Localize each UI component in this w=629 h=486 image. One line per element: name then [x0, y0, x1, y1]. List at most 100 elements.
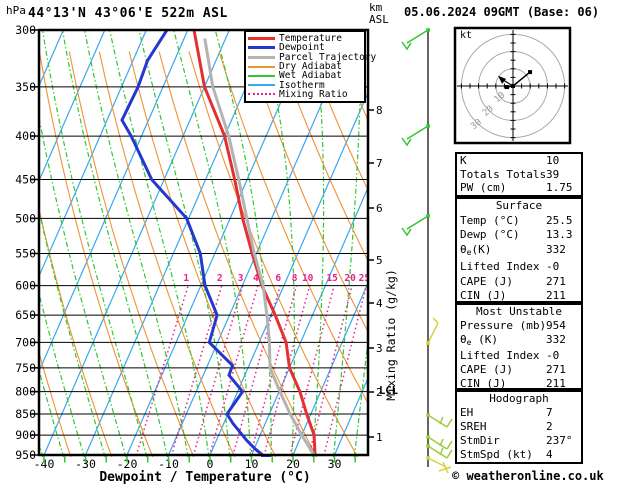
- row-value: 13.3: [546, 228, 573, 243]
- row-value: -0: [546, 349, 559, 363]
- mixing-ratio-axis-label: Mixing Ratio (g/kg): [384, 269, 398, 401]
- panel-title: Hodograph: [460, 392, 578, 406]
- legend-swatch-mixing_ratio: [248, 93, 275, 95]
- altitude-axis-unit-label: km ASL: [369, 2, 389, 26]
- svg-text:800: 800: [15, 385, 36, 399]
- svg-text:400: 400: [15, 129, 36, 143]
- row-value: 237°: [546, 434, 573, 448]
- skewt-sounding-screen: 1234681015202530035040045050055060065070…: [0, 0, 629, 486]
- svg-text:15: 15: [326, 273, 338, 284]
- legend-label: Wet Adiabat: [279, 71, 342, 80]
- station-title: 44°13'N 43°06'E 522m ASL: [28, 6, 228, 21]
- panel-most-unstable: Most UnstablePressure (mb)954θe (K)332Li…: [455, 303, 583, 390]
- legend-swatch-dry_adiabat: [248, 66, 275, 68]
- row-label: CIN (J): [460, 289, 506, 302]
- legend-swatch-wet_adiabat: [248, 75, 275, 77]
- svg-text:1: 1: [183, 273, 189, 284]
- panel-row: Temp (°C) 25.5: [460, 214, 578, 229]
- row-value: 332: [546, 243, 566, 258]
- pressure-axis-unit-label: hPa: [6, 4, 26, 17]
- wind-barb-dot: [426, 214, 430, 218]
- svg-text:20: 20: [344, 273, 356, 284]
- svg-text:750: 750: [15, 361, 36, 375]
- row-value: -0: [546, 260, 559, 275]
- legend-item-mixing_ratio: Mixing Ratio: [248, 90, 364, 99]
- temp-axis-ticks: -40-30-20-100102030: [34, 457, 356, 472]
- pressure-axis-ticks: 3003504004505005506006507007508008509009…: [15, 23, 39, 462]
- svg-text:10: 10: [302, 273, 314, 284]
- panel-row: Lifted Index -0: [460, 349, 578, 363]
- svg-text:1: 1: [376, 431, 383, 444]
- row-label: CIN (J): [460, 377, 506, 390]
- legend-label: Mixing Ratio: [279, 90, 348, 99]
- panel-row: EH 7: [460, 406, 578, 420]
- panel-hodograph: HodographEH 7SREH2StmDir 237° StmSpd (kt) 4: [455, 390, 583, 464]
- panel-row: CIN (J) 211: [460, 377, 578, 391]
- panel-row: CIN (J) 211: [460, 289, 578, 304]
- hodograph-ring-label: 20: [481, 104, 496, 119]
- row-label: StmDir: [460, 434, 500, 447]
- row-value: 332: [546, 333, 566, 347]
- panel-surface: SurfaceTemp (°C)25.5Dewp (°C)13.3θe(K)33…: [455, 197, 583, 303]
- hodograph-unit-label: kt: [460, 30, 472, 41]
- row-value: 211: [546, 289, 566, 304]
- legend-swatch-dewpoint: [248, 46, 275, 49]
- svg-text:4: 4: [376, 297, 383, 310]
- row-label: Temp (°C): [460, 214, 520, 227]
- row-label: K: [460, 154, 467, 167]
- panel-row: K10: [460, 154, 578, 168]
- copyright-text: © weatheronline.co.uk: [452, 469, 604, 483]
- row-value: 4: [546, 448, 553, 462]
- hodograph-arrow: [498, 76, 506, 84]
- svg-text:2: 2: [217, 273, 223, 284]
- mixing-ratio-lines: [136, 286, 366, 456]
- row-label: PW (cm): [460, 181, 506, 194]
- hodograph-ring-label: 30: [469, 117, 484, 132]
- row-label: CAPE (J): [460, 363, 513, 376]
- wind-barb-dot: [426, 28, 430, 32]
- panel-row: PW (cm) 1.75: [460, 181, 578, 195]
- panel-row: CAPE (J)271: [460, 275, 578, 290]
- svg-text:5: 5: [376, 254, 383, 267]
- panel-row: θe (K)332: [460, 333, 578, 350]
- svg-text:3: 3: [376, 342, 383, 355]
- svg-text:6: 6: [275, 273, 281, 284]
- panel-row: Totals Totals39: [460, 168, 578, 182]
- panel-title: Surface: [460, 199, 578, 214]
- row-value: 2: [546, 420, 553, 434]
- svg-text:850: 850: [15, 407, 36, 421]
- hodograph-ring-label: 10: [493, 91, 508, 106]
- svg-text:8: 8: [292, 273, 298, 284]
- svg-text:450: 450: [15, 173, 36, 187]
- panel-row: CAPE (J)271: [460, 363, 578, 377]
- wind-barb-dot: [426, 124, 430, 128]
- svg-text:350: 350: [15, 80, 36, 94]
- wind-barb-dot: [426, 444, 430, 448]
- svg-text:500: 500: [15, 211, 36, 225]
- row-label: StmSpd (kt): [460, 448, 533, 461]
- row-label: CAPE (J): [460, 275, 513, 288]
- svg-text:900: 900: [15, 428, 36, 442]
- row-value: 954: [546, 319, 566, 333]
- row-label: EH: [460, 406, 473, 419]
- svg-text:7: 7: [376, 157, 383, 170]
- row-value: 1.75: [546, 181, 573, 195]
- panel-row: SREH2: [460, 420, 578, 434]
- row-label: Lifted Index: [460, 260, 539, 273]
- row-value: 25.5: [546, 214, 573, 229]
- wind-barb-dot: [426, 413, 430, 417]
- legend-swatch-isotherm: [248, 84, 275, 86]
- row-label: Lifted Index: [460, 349, 539, 362]
- row-value: 7: [546, 406, 553, 420]
- svg-text:8: 8: [376, 104, 383, 117]
- panel-row: StmSpd (kt) 4: [460, 448, 578, 462]
- mixing-ratio-labels: 12346810152025: [183, 273, 370, 284]
- legend-swatch-temperature: [248, 37, 275, 40]
- wind-barb-dot: [426, 456, 430, 460]
- svg-text:700: 700: [15, 335, 36, 349]
- temp-axis-label: Dewpoint / Temperature (°C): [0, 470, 410, 485]
- row-value: 211: [546, 377, 566, 391]
- svg-text:550: 550: [15, 246, 36, 260]
- row-label: θe(K): [460, 243, 491, 256]
- legend-box: TemperatureDewpointParcel TrajectoryDry …: [244, 30, 366, 103]
